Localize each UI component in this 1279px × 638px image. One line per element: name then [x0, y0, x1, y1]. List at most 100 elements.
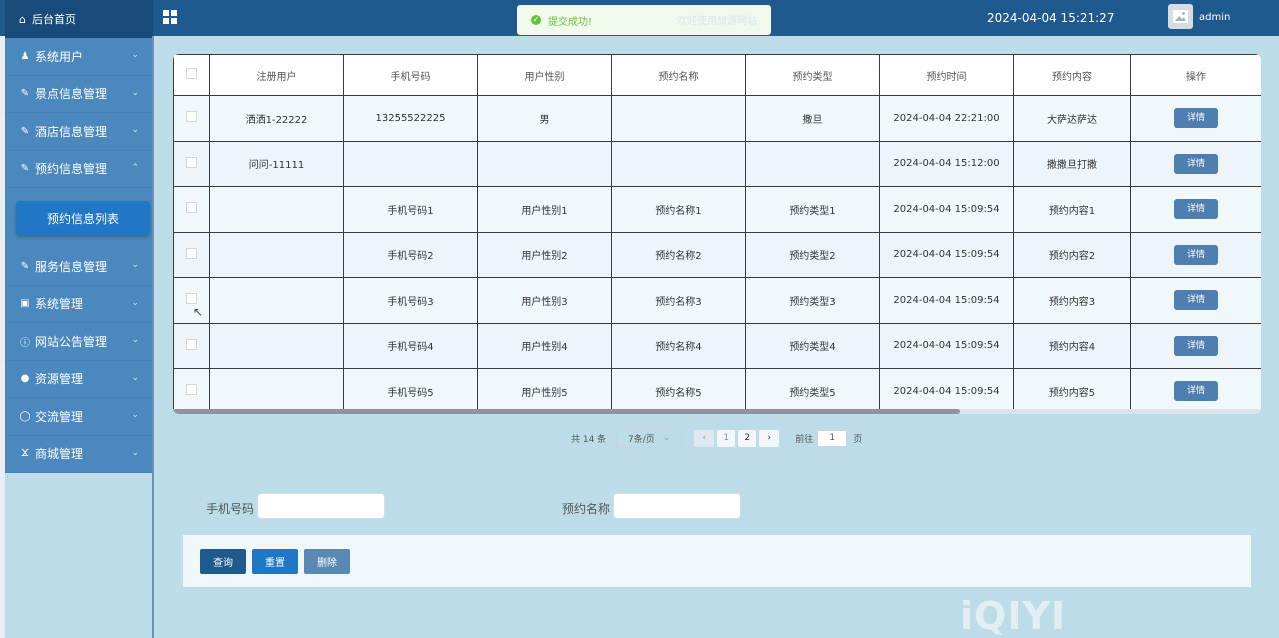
name-label: 预约名称	[562, 502, 611, 516]
page-size-select[interactable]: 7条/页 ⌄	[616, 428, 683, 448]
cell-name: 预约名称1	[611, 186, 746, 233]
cell-user	[209, 277, 344, 324]
page-number[interactable]: 2	[738, 429, 757, 447]
avatar[interactable]	[1168, 4, 1193, 29]
chevron-up-icon: ⌃	[131, 162, 139, 173]
table-row: 手机号码1 用户性别1 预约名称1 预约类型1 2024-04-04 15:09…	[173, 186, 1261, 233]
home-link[interactable]: ⌂ 后台首页	[5, 0, 153, 38]
table-row: 手机号码2 用户性别2 预约名称2 预约类型2 2024-04-04 15:09…	[173, 231, 1261, 278]
row-checkbox-cell[interactable]	[173, 277, 210, 324]
cell-actions: 详情	[1130, 322, 1261, 369]
table-header-row: 注册用户 手机号码 用户性别 预约名称 预约类型 预约时间 预约内容 操作	[173, 54, 1261, 96]
cell-user	[209, 186, 344, 233]
row-checkbox[interactable]	[186, 384, 197, 396]
column-header: 预约时间	[879, 54, 1014, 96]
cell-phone: 13255522225	[343, 95, 478, 142]
cell-time: 2024-04-04 15:09:54	[879, 186, 1014, 233]
reset-button[interactable]: 重置	[252, 549, 298, 574]
goto-page-input[interactable]: 1	[817, 429, 848, 447]
row-checkbox-cell[interactable]	[173, 140, 210, 187]
cell-phone: 手机号码3	[343, 277, 478, 324]
menu-toggle-icon[interactable]	[163, 10, 177, 24]
row-checkbox-cell[interactable]	[173, 95, 210, 142]
table-row: 洒洒1-22222 13255522225 男 撒旦 2024-04-04 22…	[173, 95, 1261, 142]
select-all-checkbox[interactable]	[186, 68, 197, 79]
chevron-down-icon: ⌄	[131, 87, 139, 98]
sidebar-item-system-users[interactable]: ♟ 系统用户 ⌄	[5, 38, 153, 76]
edit-icon: ✎	[20, 125, 30, 137]
next-page-button[interactable]: ›	[759, 429, 780, 447]
row-checkbox-cell[interactable]	[173, 231, 210, 278]
row-checkbox[interactable]	[186, 111, 197, 123]
query-button[interactable]: 查询	[200, 549, 246, 574]
chevron-down-icon: ⌄	[131, 297, 139, 308]
scrollbar-thumb[interactable]	[173, 409, 960, 414]
page-suffix: 页	[853, 434, 863, 445]
row-checkbox[interactable]	[186, 293, 197, 305]
sidebar-subitem-reservation-list[interactable]: 预约信息列表	[16, 201, 150, 235]
detail-button[interactable]: 详情	[1174, 199, 1218, 220]
phone-search-input[interactable]	[257, 493, 385, 519]
sidebar-item-service[interactable]: ✎ 服务信息管理 ⌄	[5, 248, 153, 286]
row-checkbox[interactable]	[186, 338, 197, 350]
sidebar-item-label: 系统用户	[35, 49, 84, 64]
sidebar-item-forum[interactable]: ◯ 交流管理 ⌄	[5, 398, 153, 436]
row-checkbox-cell[interactable]	[173, 368, 210, 414]
cell-type: 预约类型5	[745, 368, 880, 414]
mouse-cursor-icon: ↖	[193, 305, 204, 319]
detail-button[interactable]: 详情	[1174, 290, 1218, 311]
cell-gender: 用户性别5	[477, 368, 612, 414]
cell-content: 大萨达萨达	[1013, 95, 1131, 142]
detail-button[interactable]: 详情	[1174, 381, 1218, 402]
chevron-down-icon: ⌄	[131, 372, 139, 383]
sidebar-item-system[interactable]: ▣ 系统管理 ⌄	[5, 285, 153, 323]
chevron-down-icon: ⌄	[131, 410, 139, 420]
page-number[interactable]: 1	[717, 429, 736, 447]
cell-actions: 详情	[1130, 140, 1261, 187]
cell-type: 预约类型1	[745, 186, 880, 233]
row-checkbox[interactable]	[186, 156, 197, 168]
cell-actions: 详情	[1130, 231, 1261, 278]
row-checkbox[interactable]	[186, 247, 197, 259]
sidebar-menu: ♟ 系统用户 ⌄ ✎ 景点信息管理 ⌄ ✎ 酒店信息管理 ⌄ ✎ 预约信息管理 …	[5, 38, 153, 473]
cell-actions: 详情	[1130, 95, 1261, 142]
sidebar-item-notice[interactable]: ⓘ 网站公告管理 ⌄	[5, 323, 153, 361]
select-all-cell[interactable]	[173, 54, 210, 96]
home-label: 后台首页	[31, 13, 76, 26]
column-header: 用户性别	[477, 54, 612, 96]
name-search-input[interactable]	[613, 493, 741, 519]
cell-content: 撒撒旦打撒	[1013, 140, 1131, 187]
row-checkbox-cell[interactable]	[173, 186, 210, 233]
sidebar-item-scenic[interactable]: ✎ 景点信息管理 ⌄	[5, 75, 153, 113]
row-checkbox-cell[interactable]	[173, 322, 210, 369]
detail-button[interactable]: 详情	[1174, 108, 1218, 129]
cell-user	[209, 322, 344, 369]
cell-type: 预约类型3	[745, 277, 880, 324]
detail-button[interactable]: 详情	[1174, 335, 1218, 356]
cell-user	[209, 368, 344, 414]
sidebar-item-hotel[interactable]: ✎ 酒店信息管理 ⌄	[5, 113, 153, 151]
sidebar-item-reservation[interactable]: ✎ 预约信息管理 ⌃	[5, 150, 153, 188]
delete-button[interactable]: 删除	[304, 549, 350, 574]
sidebar-item-label: 酒店信息管理	[35, 124, 108, 139]
sidebar-item-shop[interactable]: Ϫ 商城管理 ⌄	[5, 435, 153, 473]
table-row: 手机号码5 用户性别5 预约名称5 预约类型5 2024-04-04 15:09…	[173, 368, 1261, 414]
sidebar-item-label: 景点信息管理	[35, 87, 108, 102]
column-header: 手机号码	[343, 54, 478, 96]
cell-name: 预约名称2	[611, 231, 746, 278]
submenu: 预约信息列表	[5, 188, 153, 248]
total-count: 共 14 条	[571, 434, 607, 445]
row-checkbox[interactable]	[186, 202, 197, 214]
sidebar-item-label: 服务信息管理	[35, 259, 108, 274]
cell-phone	[343, 140, 478, 187]
prev-page-button[interactable]: ‹	[694, 429, 715, 447]
table-row: 手机号码3 用户性别3 预约名称3 预约类型3 2024-04-04 15:09…	[173, 277, 1261, 324]
chevron-down-icon: ⌄	[662, 433, 671, 443]
table-row: 手机号码4 用户性别4 预约名称4 预约类型4 2024-04-04 15:09…	[173, 322, 1261, 369]
check-icon: ✓	[531, 15, 541, 25]
detail-button[interactable]: 详情	[1174, 153, 1218, 174]
username[interactable]: admin	[1199, 12, 1230, 23]
detail-button[interactable]: 详情	[1174, 244, 1218, 265]
chevron-down-icon: ⌄	[131, 447, 139, 458]
sidebar-item-resources[interactable]: ● 资源管理 ⌄	[5, 360, 153, 398]
